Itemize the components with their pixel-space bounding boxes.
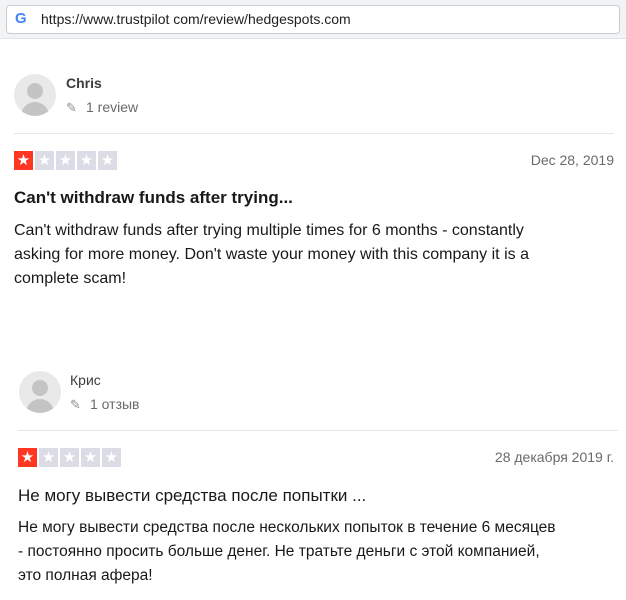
- review-title[interactable]: Не могу вывести средства после попытки .…: [18, 486, 366, 506]
- url-text[interactable]: https://www.trustpilot com/review/hedges…: [41, 11, 351, 27]
- divider: [18, 430, 618, 431]
- review-body-line: Can't withdraw funds after trying multip…: [14, 222, 524, 239]
- review-count: ✎ 1 review: [66, 99, 139, 115]
- star-icon: ★: [77, 151, 96, 170]
- url-field[interactable]: G https://www.trustpilot com/review/hedg…: [6, 5, 620, 34]
- review-title[interactable]: Can't withdraw funds after trying...: [14, 188, 293, 208]
- star-icon: ★: [14, 151, 33, 170]
- star-rating: ★ ★ ★ ★ ★: [18, 448, 121, 467]
- review-date: 28 декабря 2019 г.: [494, 449, 614, 465]
- review-body: Не могу вывести средства после нескольки…: [18, 516, 618, 588]
- browser-address-bar: G https://www.trustpilot com/review/hedg…: [0, 0, 626, 39]
- star-icon: ★: [81, 448, 100, 467]
- star-icon: ★: [98, 151, 117, 170]
- review-body-line: - постоянно просить больше денег. Не тра…: [18, 543, 540, 560]
- review-body: Can't withdraw funds after trying multip…: [14, 219, 614, 291]
- divider: [14, 133, 614, 134]
- star-icon: ★: [56, 151, 75, 170]
- reviewer-name[interactable]: Chris: [66, 75, 102, 91]
- star-icon: ★: [39, 448, 58, 467]
- review-count: ✎ 1 отзыв: [70, 396, 140, 412]
- review-date: Dec 28, 2019: [530, 152, 614, 168]
- pencil-icon: ✎: [66, 100, 77, 115]
- star-rating: ★ ★ ★ ★ ★: [14, 151, 117, 170]
- pencil-icon: ✎: [70, 397, 81, 412]
- google-g-icon: G: [15, 10, 27, 27]
- review-body-line: это полная афера!: [18, 567, 153, 584]
- star-icon: ★: [18, 448, 37, 467]
- review-body-line: Не могу вывести средства после нескольки…: [18, 519, 556, 536]
- review-body-line: complete scam!: [14, 270, 127, 287]
- reviewer-name[interactable]: Крис: [70, 372, 101, 388]
- star-icon: ★: [102, 448, 121, 467]
- avatar[interactable]: [14, 74, 56, 116]
- review-body-line: asking for more money. Don't waste your …: [14, 246, 529, 263]
- avatar[interactable]: [19, 371, 61, 413]
- star-icon: ★: [60, 448, 79, 467]
- star-icon: ★: [35, 151, 54, 170]
